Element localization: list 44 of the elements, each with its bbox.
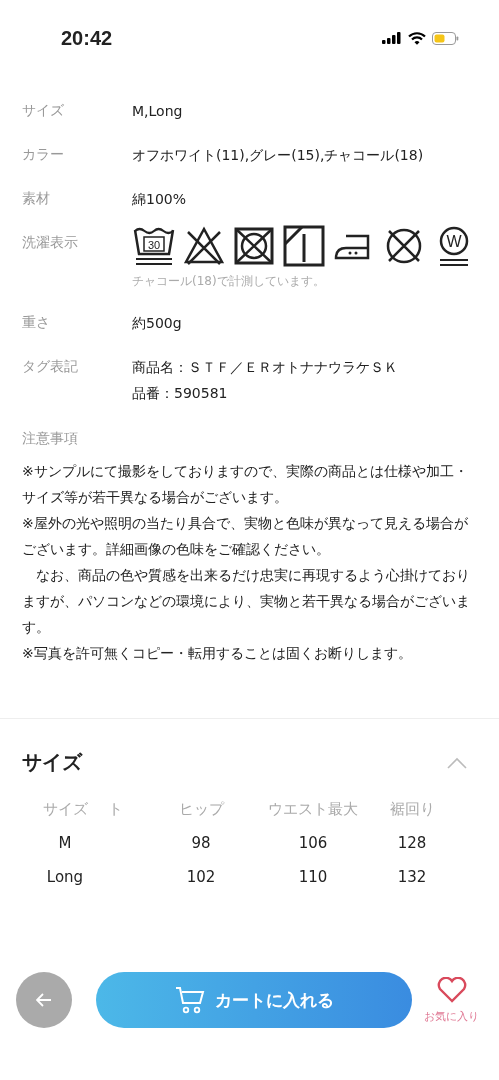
spec-label: カラー: [22, 145, 65, 164]
spec-label: 素材: [22, 189, 51, 208]
status-time: 20:42: [61, 26, 113, 50]
shade-dry-icon: [282, 224, 326, 268]
table-cell-text: 110: [298, 867, 328, 888]
spec-value: M,Long: [132, 102, 183, 121]
note-paragraph: ※写真を許可無くコピー・転用することは固くお断りします。: [22, 644, 413, 663]
care-note: チャコール(18)で計測しています。: [132, 273, 326, 290]
chevron-icon[interactable]: [447, 756, 467, 769]
spec-value: 商品名：ＳＴＦ／ＥＲオトナナウラケＳＫ: [132, 358, 398, 377]
spec-label: 洗濯表示: [22, 233, 79, 252]
battery-icon: [432, 31, 459, 45]
column-header: ウエスト最大: [268, 799, 358, 820]
spec-label: タグ表記: [22, 357, 79, 376]
column-header: 裾回り: [389, 799, 435, 820]
spec-label: サイズ: [22, 101, 65, 120]
add-to-cart-button[interactable]: カートに入れる: [96, 972, 412, 1028]
table-cell-text: 102: [186, 867, 216, 888]
table-cell-text: 106: [298, 833, 328, 854]
spec-value: 綿100%: [132, 190, 187, 209]
table-cell-text: M: [58, 833, 72, 854]
table-cell-text: Long: [46, 867, 84, 888]
table-cell-text: 128: [397, 833, 427, 854]
spec-label: 重さ: [22, 313, 51, 332]
spec-value: オフホワイト(11),グレー(15),チャコール(18): [132, 146, 424, 165]
table-cell-text: 132: [397, 867, 427, 888]
section-title: サイズ: [22, 749, 82, 776]
spec-value: 約500g: [132, 314, 182, 333]
heart-icon: [436, 976, 467, 1003]
column-header: サイズ: [42, 799, 88, 820]
back-arrow-icon: [36, 993, 52, 1007]
wifi-icon: [408, 31, 426, 45]
spec-value: 品番：590581: [132, 384, 229, 403]
back-button[interactable]: [16, 972, 72, 1028]
note-paragraph: なお、商品の色や質感を出来るだけ忠実に再現するよう心掛けておりますが、パソコンなどの環境により、実物と若干異なる場合がございます。: [22, 566, 471, 637]
table-cell-text: 98: [191, 833, 211, 854]
cart-icon: [174, 986, 205, 1014]
column-header: ト: [108, 799, 123, 820]
favorite-button[interactable]: お気に入り: [424, 976, 479, 1024]
column-header: ヒップ: [178, 799, 224, 820]
signal-icon: [382, 32, 402, 44]
note-paragraph: ※サンプルにて撮影をしておりますので、実際の商品とは仕様や加工・サイズ等が若干異なる場合がございます。: [22, 462, 469, 507]
notes-heading: 注意事項: [22, 429, 79, 448]
note-paragraph: ※屋外の光や照明の当たり具合で、実物と色味が異なって見える場合がございます。詳細画像の色味をご確認ください。: [22, 514, 469, 559]
